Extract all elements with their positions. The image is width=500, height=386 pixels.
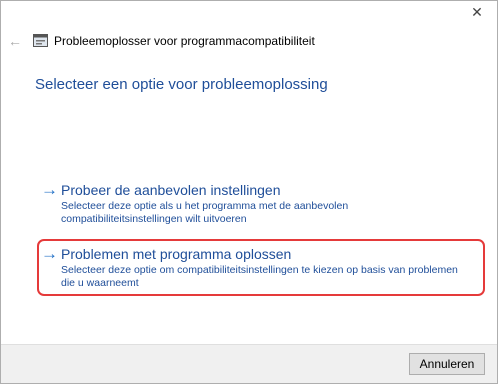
highlight-annotation	[37, 239, 485, 296]
cancel-button[interactable]: Annuleren	[409, 353, 485, 375]
page-heading: Selecteer een optie voor probleemoplossi…	[35, 76, 328, 93]
troubleshooter-app-icon	[33, 34, 48, 47]
option-recommended-settings[interactable]: → Probeer de aanbevolen instellingen Sel…	[36, 177, 484, 233]
option-title: Probeer de aanbevolen instellingen	[61, 182, 281, 198]
footer-bar: Annuleren	[1, 344, 497, 383]
title-bar: ✕ ← Probleemoplosser voor programmacompa…	[1, 1, 497, 49]
window-title: Probleemoplosser voor programmacompatibi…	[54, 34, 315, 48]
option-description: Selecteer deze optie als u het programma…	[61, 200, 349, 225]
troubleshooter-window: ✕ ← Probleemoplosser voor programmacompa…	[0, 0, 498, 384]
back-button[interactable]: ←	[7, 33, 23, 49]
close-icon: ✕	[471, 4, 483, 20]
back-arrow-icon: ←	[8, 33, 22, 49]
arrow-right-icon: →	[41, 180, 58, 199]
close-button[interactable]: ✕	[469, 4, 485, 20]
